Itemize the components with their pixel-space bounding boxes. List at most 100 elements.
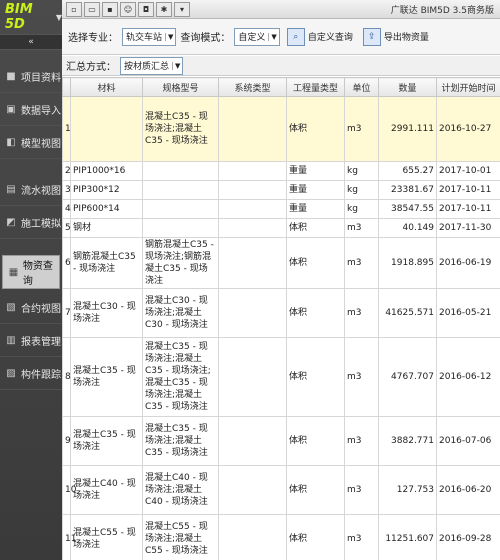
unit-cell: m3 xyxy=(344,218,379,238)
sidebar-item-label: 数据导入 xyxy=(21,105,61,117)
mode-select[interactable]: 自定义 ▼ xyxy=(234,27,280,46)
settings-icon[interactable]: ✱ xyxy=(156,1,172,17)
column-header-qtype[interactable]: 工程量类型 xyxy=(286,77,345,97)
sidebar-item-label: 物资查询 xyxy=(22,261,53,287)
row-index: 3 xyxy=(62,180,71,200)
dropdown-icon[interactable]: ▾ xyxy=(174,1,190,17)
sidebar: BIM 5D ▼ « ■ 项目资料 ▣ 数据导入 ◧ 模型视图 ▤ 流水视图 ◩… xyxy=(0,0,62,560)
qtype-cell: 体积 xyxy=(286,218,345,238)
material-cell: 钢材 xyxy=(70,218,143,238)
system-cell xyxy=(218,514,287,560)
material-cell: PIP600*14 xyxy=(70,199,143,219)
column-header-system[interactable]: 系统类型 xyxy=(218,77,287,97)
table-row[interactable]: 9 混凝土C35 - 现场浇注 混凝土C35 - 现场浇注;混凝土C35 - 现… xyxy=(62,416,500,466)
column-header-index xyxy=(62,77,71,97)
export-button[interactable]: ⇪ 导出物资量 xyxy=(360,26,432,48)
table-row[interactable]: 2 PIP1000*16 重量 kg 655.27 2017-10-01 xyxy=(62,161,500,181)
tracking-icon: ▨ xyxy=(6,367,16,379)
new-icon[interactable]: ▫ xyxy=(66,1,82,17)
sidebar-item-contract[interactable]: ▧ 合约视图 xyxy=(0,291,62,324)
contract-icon: ▧ xyxy=(6,301,16,313)
open-icon[interactable]: ▭ xyxy=(84,1,100,17)
row-index: 4 xyxy=(62,199,71,219)
date-cell: 2017-10-01 xyxy=(436,161,500,181)
sidebar-item-material[interactable]: ▦ 物资查询 xyxy=(2,255,60,289)
table-row[interactable]: 4 PIP600*14 重量 kg 38547.55 2017-10-11 xyxy=(62,199,500,219)
table-row[interactable]: 1 混凝土C35 - 现场浇注;混凝土C35 - 现场浇注 体积 m3 2991… xyxy=(62,96,500,162)
sidebar-item-report[interactable]: ▥ 报表管理 xyxy=(0,324,62,357)
material-cell: 钢筋混凝土C35 - 现场浇注 xyxy=(70,237,143,289)
sidebar-item-label: 构件跟踪 xyxy=(21,369,61,381)
table-row[interactable]: 8 混凝土C35 - 现场浇注 混凝土C35 - 现场浇注;混凝土C35 - 现… xyxy=(62,337,500,417)
sidebar-item-flow[interactable]: ▤ 流水视图 xyxy=(0,173,62,206)
simulation-icon: ◩ xyxy=(6,216,16,228)
table-row[interactable]: 7 混凝土C30 - 现场浇注 混凝土C30 - 现场浇注;混凝土C30 - 现… xyxy=(62,288,500,338)
qtype-cell: 体积 xyxy=(286,337,345,417)
chevron-down-icon: ▼ xyxy=(172,61,180,70)
group-bar: 汇总方式： 按材质汇总 ▼ xyxy=(62,56,500,76)
table-row[interactable]: 10 混凝土C40 - 现场浇注 混凝土C40 - 现场浇注;混凝土C40 - … xyxy=(62,465,500,515)
system-cell xyxy=(218,96,287,162)
app-title: 广联达 BIM5D 3.5商务版 xyxy=(390,5,494,16)
app-logo: BIM 5D ▼ xyxy=(0,0,62,34)
sidebar-collapse-button[interactable]: « xyxy=(0,34,62,50)
row-index: 7 xyxy=(62,288,71,338)
system-cell xyxy=(218,199,287,219)
spec-cell: 混凝土C55 - 现场浇注;混凝土C55 - 现场浇注 xyxy=(142,514,219,560)
report-icon: ▥ xyxy=(6,334,16,346)
qty-cell: 41625.571 xyxy=(378,288,437,338)
table-row[interactable]: 6 钢筋混凝土C35 - 现场浇注 钢筋混凝土C35 - 现场浇注;钢筋混凝土C… xyxy=(62,237,500,289)
mode-label: 查询模式： xyxy=(180,33,231,44)
sidebar-item-model[interactable]: ◧ 模型视图 xyxy=(0,126,62,159)
mode-select-value: 自定义 xyxy=(238,33,266,43)
model-icon: ◧ xyxy=(6,136,16,148)
qtype-cell: 体积 xyxy=(286,514,345,560)
custom-query-button[interactable]: ⌕ 自定义查询 xyxy=(284,26,356,48)
qtype-cell: 体积 xyxy=(286,465,345,515)
save-icon[interactable]: ▪ xyxy=(102,1,118,17)
table-header-row: 材料 规格型号 系统类型 工程量类型 单位 数量 计划开始时间 xyxy=(62,77,500,97)
column-header-unit[interactable]: 单位 xyxy=(344,77,379,97)
qtype-cell: 体积 xyxy=(286,237,345,289)
sidebar-item-project[interactable]: ■ 项目资料 xyxy=(0,60,62,93)
row-index: 6 xyxy=(62,237,71,289)
lock-icon[interactable]: ◘ xyxy=(138,1,154,17)
sidebar-item-label: 流水视图 xyxy=(21,185,61,197)
material-cell: 混凝土C35 - 现场浇注 xyxy=(70,416,143,466)
spec-cell xyxy=(142,180,219,200)
column-header-date[interactable]: 计划开始时间 xyxy=(436,77,500,97)
major-select[interactable]: 轨交车站 ▼ xyxy=(122,27,177,46)
user-icon[interactable]: ☺ xyxy=(120,1,136,17)
column-header-material[interactable]: 材料 xyxy=(70,77,143,97)
material-table: 材料 规格型号 系统类型 工程量类型 单位 数量 计划开始时间 1 混凝土C35… xyxy=(62,77,500,560)
chevron-down-icon: ▼ xyxy=(165,32,173,41)
material-cell: 混凝土C30 - 现场浇注 xyxy=(70,288,143,338)
system-cell xyxy=(218,337,287,417)
sidebar-item-tracking[interactable]: ▨ 构件跟踪 xyxy=(0,357,62,390)
table-row[interactable]: 5 钢材 体积 m3 40.149 2017-11-30 xyxy=(62,218,500,238)
date-cell: 2017-11-30 xyxy=(436,218,500,238)
sidebar-item-simulation[interactable]: ◩ 施工模拟 xyxy=(0,206,62,239)
spec-cell: 混凝土C30 - 现场浇注;混凝土C30 - 现场浇注 xyxy=(142,288,219,338)
column-header-qty[interactable]: 数量 xyxy=(378,77,437,97)
folder-icon: ■ xyxy=(6,70,16,82)
system-cell xyxy=(218,288,287,338)
column-header-spec[interactable]: 规格型号 xyxy=(142,77,219,97)
row-index: 1 xyxy=(62,96,71,162)
system-cell xyxy=(218,180,287,200)
group-select[interactable]: 按材质汇总 ▼ xyxy=(120,56,184,75)
filter-bar: 选择专业： 轨交车站 ▼ 查询模式： 自定义 ▼ ⌕ 自定义查询 ⇪ 导出物资量 xyxy=(62,19,500,55)
sidebar-item-label: 项目资料 xyxy=(21,72,61,84)
unit-cell: m3 xyxy=(344,416,379,466)
spec-cell xyxy=(142,161,219,181)
qty-cell: 655.27 xyxy=(378,161,437,181)
unit-cell: m3 xyxy=(344,237,379,289)
table-row[interactable]: 11 混凝土C55 - 现场浇注 混凝土C55 - 现场浇注;混凝土C55 - … xyxy=(62,514,500,560)
unit-cell: kg xyxy=(344,199,379,219)
qty-cell: 4767.707 xyxy=(378,337,437,417)
sidebar-item-import[interactable]: ▣ 数据导入 xyxy=(0,93,62,126)
qty-cell: 38547.55 xyxy=(378,199,437,219)
table-row[interactable]: 3 PIP300*12 重量 kg 23381.67 2017-10-11 xyxy=(62,180,500,200)
qty-cell: 23381.67 xyxy=(378,180,437,200)
group-select-value: 按材质汇总 xyxy=(124,62,170,72)
